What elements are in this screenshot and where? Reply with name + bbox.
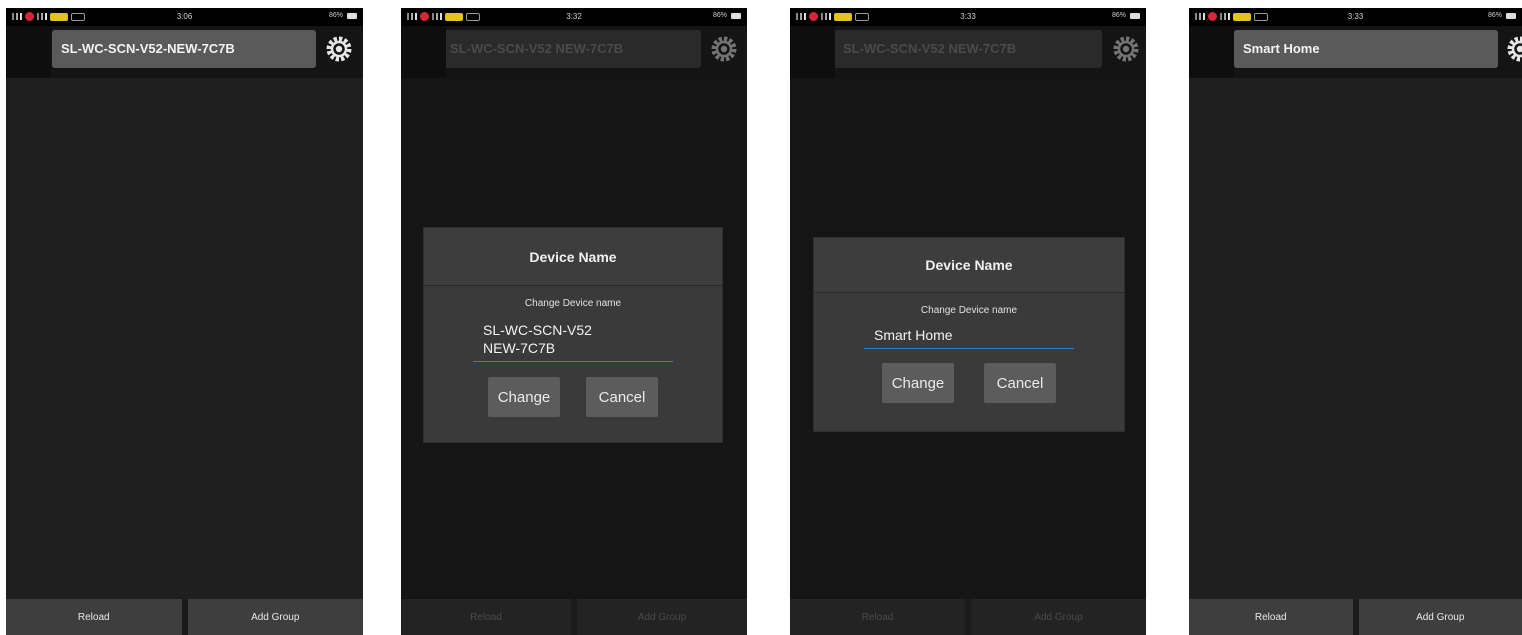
dialog-subtitle: Change Device name (524, 298, 622, 309)
dialog-subtitle: Change Device name (920, 305, 1018, 316)
battery-icon (1506, 12, 1516, 19)
phone-screen-1: 3:06 86% SL-WC-SCN-V52-NEW-7C7B Reload A… (6, 8, 363, 635)
battery-percent: 86% (712, 12, 727, 19)
device-title[interactable]: SL-WC-SCN-V52-NEW-7C7B (52, 30, 316, 68)
cancel-button[interactable]: Cancel (586, 377, 658, 417)
device-name-input[interactable]: Smart Home (864, 326, 1074, 349)
app-icon-area (6, 26, 51, 78)
top-bar: SL-WC-SCN-V52 NEW-7C7B (790, 26, 1146, 78)
battery-icon (347, 12, 357, 19)
reload-button[interactable]: Reload (6, 599, 182, 635)
gear-icon (1113, 36, 1139, 62)
gear-icon[interactable] (326, 36, 352, 62)
reload-button: Reload (401, 599, 571, 635)
status-bar: 3:32 86% (401, 8, 747, 26)
status-time: 3:06 (176, 12, 193, 21)
change-button[interactable]: Change (488, 377, 560, 417)
change-button[interactable]: Change (882, 363, 954, 403)
add-group-button: Add Group (971, 599, 1146, 635)
app-icon-area (401, 26, 446, 78)
dialog-title: Device Name (814, 238, 1124, 293)
add-group-button[interactable]: Add Group (187, 599, 363, 635)
top-bar: Smart Home (1189, 26, 1522, 78)
top-bar: SL-WC-SCN-V52 NEW-7C7B (401, 26, 747, 78)
status-bar: 3:33 86% (790, 8, 1146, 26)
bottom-bar: Reload Add Group (790, 599, 1146, 635)
device-title: SL-WC-SCN-V52 NEW-7C7B (834, 30, 1102, 68)
reload-button[interactable]: Reload (1189, 599, 1353, 635)
device-name-dialog: Device Name Change Device name SL-WC-SCN… (424, 228, 722, 442)
device-name-dialog: Device Name Change Device name Smart Hom… (814, 238, 1124, 431)
status-time: 3:32 (566, 12, 582, 21)
status-bar: 3:33 86% (1189, 8, 1522, 26)
bottom-bar: Reload Add Group (401, 599, 747, 635)
battery-percent: 86% (328, 12, 343, 19)
phone-screen-3: 3:33 86% SL-WC-SCN-V52 NEW-7C7B Reload A… (790, 8, 1146, 635)
gear-icon (711, 36, 737, 62)
top-bar: SL-WC-SCN-V52-NEW-7C7B (6, 26, 363, 78)
add-group-button: Add Group (577, 599, 747, 635)
device-title[interactable]: Smart Home (1234, 30, 1498, 68)
bottom-bar: Reload Add Group (1189, 599, 1522, 635)
gear-icon[interactable] (1507, 36, 1522, 62)
battery-percent: 86% (1111, 12, 1126, 19)
dialog-title: Device Name (424, 228, 722, 286)
battery-percent: 86% (1487, 12, 1502, 19)
status-time: 3:33 (1347, 12, 1364, 21)
cancel-button[interactable]: Cancel (984, 363, 1056, 403)
phone-screen-4: 3:33 86% Smart Home Reload Add Group (1189, 8, 1522, 635)
battery-icon (731, 12, 741, 19)
add-group-button[interactable]: Add Group (1358, 599, 1522, 635)
app-icon-area (790, 26, 835, 78)
reload-button: Reload (790, 599, 965, 635)
status-time: 3:33 (960, 12, 976, 21)
main-content (1189, 78, 1522, 599)
device-title: SL-WC-SCN-V52 NEW-7C7B (441, 30, 701, 68)
device-name-input[interactable]: SL-WC-SCN-V52 NEW-7C7B (473, 321, 673, 362)
app-icon-area (1189, 26, 1234, 78)
bottom-bar: Reload Add Group (6, 599, 363, 635)
main-content (6, 78, 363, 599)
phone-screen-2: 3:32 86% SL-WC-SCN-V52 NEW-7C7B Reload A… (401, 8, 747, 635)
status-bar: 3:06 86% (6, 8, 363, 26)
battery-icon (1130, 12, 1140, 19)
